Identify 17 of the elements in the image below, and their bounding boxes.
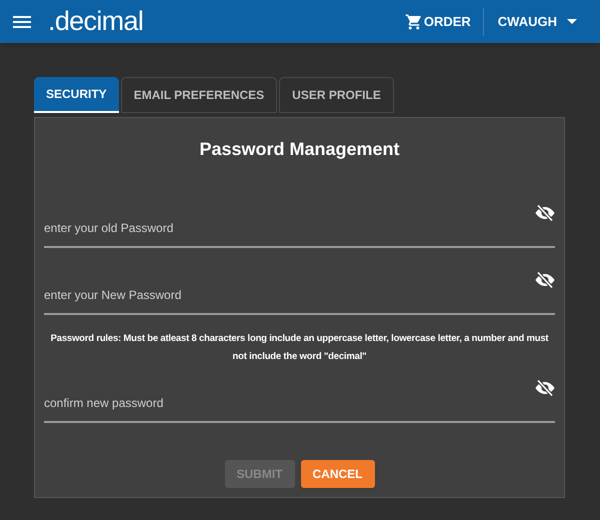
caret-icon <box>567 19 577 24</box>
tab[interactable]: SECURITY <box>34 77 119 113</box>
tab[interactable]: USER PROFILE <box>279 77 394 113</box>
user-menu[interactable]: CWAUGH <box>484 12 587 32</box>
panel-title: Password Management <box>198 138 401 161</box>
eye-slash-icon[interactable] <box>535 272 555 288</box>
password-field[interactable]: confirm new password <box>44 387 555 423</box>
cart-icon <box>404 12 423 30</box>
tab[interactable]: EMAIL PREFERENCES <box>120 77 278 113</box>
eye-slash-icon[interactable] <box>535 205 555 221</box>
eye-slash-icon[interactable] <box>535 380 555 396</box>
password-rules: Password rules: Must be atleast 8 characters long include an uppercase letter, lowercase letter, a number and must not include the word "decimal" <box>50 332 550 364</box>
password-field[interactable]: enter your New Password <box>44 279 555 315</box>
order-button[interactable]: ORDER <box>404 12 483 32</box>
logo[interactable]: .decimal <box>48 8 144 35</box>
password-field[interactable]: enter your old Password <box>44 212 555 248</box>
menu-icon[interactable] <box>13 14 31 28</box>
